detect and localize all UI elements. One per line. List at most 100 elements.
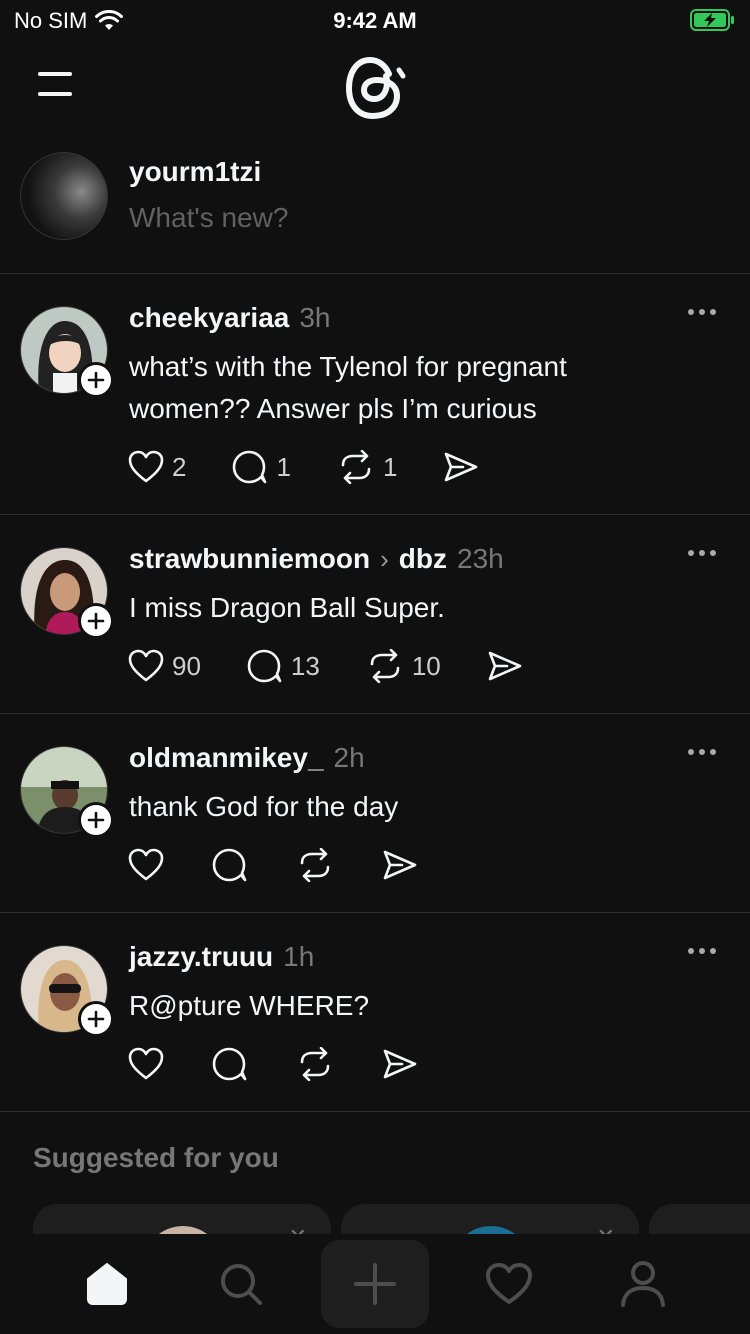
dismiss-icon[interactable]: ✕ [289,1224,307,1234]
post-actions: 90 13 10 [128,649,569,683]
post-author[interactable]: strawbunniemoon [129,543,370,575]
comment-icon [247,649,282,683]
send-icon [383,850,417,880]
post-author[interactable]: oldmanmikey_ [129,742,324,774]
heart-icon [128,1047,164,1080]
tab-search[interactable] [201,1244,281,1324]
repost-count: 1 [382,451,398,482]
post-header: strawbunniemoon › dbz 23h [129,543,504,575]
reply-button[interactable]: 1 [232,450,291,484]
repost-button[interactable] [296,848,334,882]
thread-post[interactable]: strawbunniemoon › dbz 23h I miss Dragon … [0,515,750,714]
composer-username: yourm1tzi [129,156,262,187]
like-count: 2 [172,451,187,482]
tab-create[interactable] [321,1240,429,1328]
suggested-title: Suggested for you [33,1142,279,1173]
repost-icon [300,848,330,882]
share-button[interactable] [382,1048,418,1080]
suggested-section: Suggested for you ✕ ✕ [0,1112,750,1234]
search-icon [221,1264,262,1305]
plus-icon [87,612,105,630]
post-community[interactable]: dbz [399,543,447,575]
post-time: 1h [283,941,315,972]
plus-icon [354,1263,396,1305]
follow-button[interactable] [78,603,114,639]
reply-button[interactable]: 13 [247,649,320,683]
threads-logo-icon[interactable] [343,50,407,126]
post-actions [128,1047,464,1081]
plus-icon [87,811,105,829]
user-avatar[interactable] [20,152,108,240]
post-time: 23h [457,543,504,574]
reply-button[interactable] [212,1047,248,1081]
plus-icon [87,1010,105,1028]
tab-activity[interactable] [469,1244,549,1324]
repost-button[interactable]: 1 [337,450,397,484]
post-text: what’s with the Tylenol for pregnant wom… [129,351,567,424]
heart-icon [128,450,164,483]
bottom-tab-bar [0,1234,750,1334]
heart-icon [128,649,164,682]
like-button[interactable] [128,1047,164,1081]
send-icon [488,651,522,681]
thread-post[interactable]: jazzy.truuu 1h R@pture WHERE? [0,913,750,1112]
post-text: R@pture WHERE? [129,990,370,1021]
post-actions [128,848,464,882]
tab-profile[interactable] [603,1244,683,1324]
send-icon [445,452,478,482]
profile-icon [621,1261,665,1307]
suggested-card[interactable] [649,1204,750,1234]
comment-icon [233,450,267,484]
repost-button[interactable] [296,1047,334,1081]
follow-button[interactable] [78,802,114,838]
chevron-right-icon: › [380,543,389,574]
post-time: 3h [299,302,331,333]
thread-post[interactable]: oldmanmikey_ 2h thank God for the day [0,714,750,913]
post-header: oldmanmikey_ 2h [129,742,365,774]
plus-icon [87,371,105,389]
thread-post[interactable]: cheekyariaa 3h what’s with the Tylenol f… [0,274,750,515]
post-avatar[interactable] [20,306,114,398]
heart-icon [128,848,164,881]
tab-home[interactable] [67,1244,147,1324]
repost-count: 10 [411,650,441,681]
post-avatar[interactable] [20,547,114,639]
post-avatar[interactable] [20,746,114,838]
suggested-card[interactable]: ✕ [341,1204,639,1234]
repost-icon [300,1047,330,1081]
follow-button[interactable] [78,1001,114,1037]
comment-icon [212,1047,247,1081]
reply-count: 1 [276,451,291,482]
more-options-button[interactable] [688,744,720,760]
menu-button[interactable] [36,70,76,100]
share-button[interactable] [382,849,418,881]
post-header: cheekyariaa 3h [129,302,331,334]
post-author[interactable]: cheekyariaa [129,302,289,334]
post-avatar[interactable] [20,945,114,1037]
repost-button[interactable]: 10 [366,649,441,683]
post-author[interactable]: jazzy.truuu [129,941,273,973]
status-time: 9:42 AM [333,8,417,33]
more-options-button[interactable] [688,545,720,561]
suggested-card[interactable]: ✕ [33,1204,331,1234]
new-thread-composer[interactable]: yourm1tzi What's new? [0,142,750,274]
like-button[interactable]: 2 [128,450,186,484]
avatar [143,1226,223,1234]
share-button[interactable] [443,451,479,483]
post-text: thank God for the day [129,791,399,822]
more-options-button[interactable] [688,943,720,959]
like-count: 90 [172,650,201,681]
like-button[interactable] [128,848,164,882]
like-button[interactable]: 90 [128,649,201,683]
more-options-button[interactable] [688,304,720,320]
dismiss-icon[interactable]: ✕ [597,1224,615,1234]
follow-button[interactable] [78,362,114,398]
comment-icon [212,848,247,882]
post-header: jazzy.truuu 1h [129,941,314,973]
home-icon [87,1263,127,1305]
reply-button[interactable] [212,848,248,882]
whats-new-input[interactable]: What's new? [129,202,288,234]
share-button[interactable] [487,650,523,682]
heart-icon [486,1263,532,1304]
post-text: I miss Dragon Ball Super. [129,592,445,623]
